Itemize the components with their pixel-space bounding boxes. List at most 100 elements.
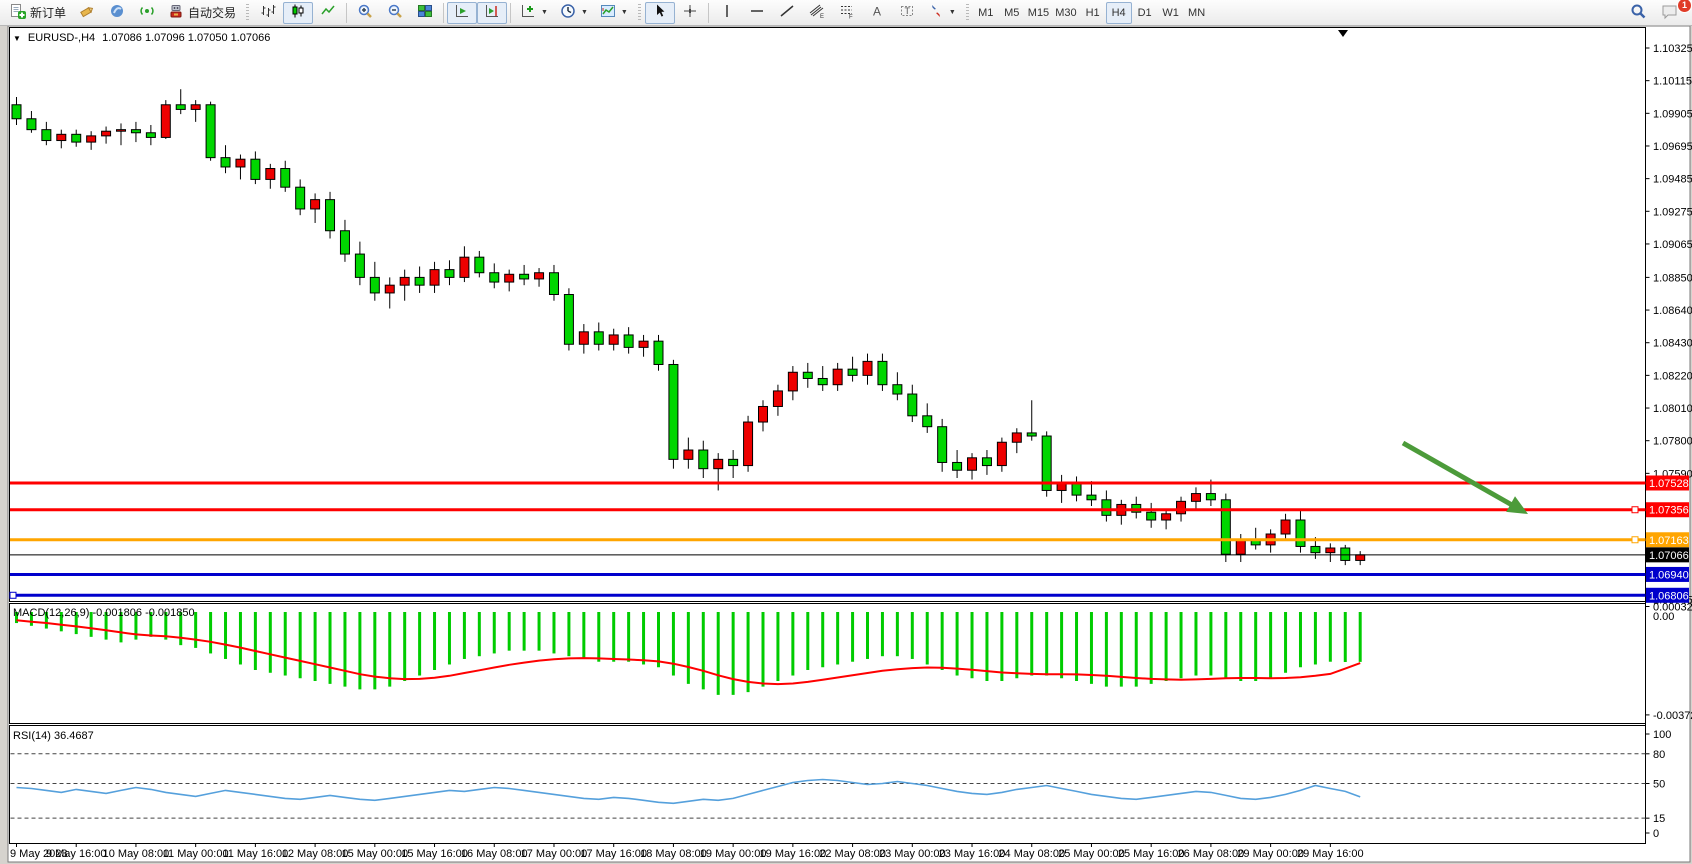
candle [818, 378, 827, 384]
price-tag-label: 1.07163 [1649, 535, 1689, 547]
periods-dropdown[interactable]: ▼ [554, 2, 594, 24]
zoom-out-button[interactable] [380, 2, 410, 24]
indicators-dropdown[interactable]: ▼ [514, 2, 554, 24]
price-tick-label: 1.10115 [1653, 76, 1692, 88]
signals-button[interactable] [132, 2, 162, 24]
chart-ohlc-values: 1.07086 1.07096 1.07050 1.07066 [102, 32, 270, 44]
styler-button[interactable] [72, 2, 102, 24]
price-tick-label: 1.08220 [1653, 370, 1692, 382]
cursor-icon [652, 3, 668, 22]
line-handle[interactable] [1632, 507, 1638, 513]
svg-text:F: F [849, 15, 853, 20]
candle [236, 159, 245, 167]
timeframe-D1[interactable]: D1 [1132, 2, 1158, 24]
timeframe-M30[interactable]: M30 [1052, 2, 1079, 24]
candle [953, 462, 962, 470]
candle [968, 458, 977, 470]
line-handle[interactable] [1632, 537, 1638, 543]
candle [624, 335, 633, 347]
candle [191, 105, 200, 110]
rsi-indicator-label: RSI(14) 36.4687 [13, 730, 94, 742]
arrows-dropdown[interactable]: ▼ [922, 2, 962, 24]
rsi-plot-area[interactable] [10, 726, 1646, 844]
chart-canvas[interactable]: 1.103251.101151.099051.096951.094851.092… [0, 26, 1692, 864]
rsi-tick-label: 80 [1653, 749, 1665, 761]
timeframe-W1[interactable]: W1 [1158, 2, 1184, 24]
line-handle[interactable] [10, 592, 16, 598]
templates-dropdown[interactable]: ▼ [594, 2, 634, 24]
time-axis-label: 9 May 16:00 [46, 848, 107, 860]
price-tick-label: 1.08640 [1653, 305, 1692, 317]
toolbar-separator [346, 3, 347, 23]
chevron-down-icon: ▼ [621, 9, 628, 16]
time-axis-label: 26 May 08:00 [1178, 848, 1245, 860]
candle [669, 364, 678, 459]
candle [87, 136, 96, 142]
autotrading-label: 自动交易 [188, 4, 236, 21]
bar-chart-button[interactable] [253, 2, 283, 24]
candle [117, 130, 126, 132]
candle [549, 273, 558, 295]
time-axis-label: 10 May 08:00 [103, 848, 170, 860]
vertical-line-icon [719, 3, 735, 22]
candle [42, 130, 51, 141]
candle [1012, 433, 1021, 442]
candlestick-chart-button[interactable] [283, 2, 313, 24]
candle [788, 372, 797, 391]
timeframe-M15[interactable]: M15 [1025, 2, 1052, 24]
chart-symbol-period: EURUSD-,H4 [28, 32, 95, 44]
candle [1326, 548, 1335, 553]
notification-badge[interactable]: 1 [1677, 0, 1692, 13]
candle [206, 105, 215, 158]
channel-icon: E [809, 3, 825, 22]
search-button[interactable] [1623, 2, 1654, 24]
candle [266, 169, 275, 180]
candle [430, 270, 439, 286]
styler-pencil-icon [79, 3, 95, 22]
timeframe-M1[interactable]: M1 [973, 2, 999, 24]
auto-scroll-button[interactable] [447, 2, 477, 24]
new-order-button[interactable]: 新订单 [4, 2, 72, 24]
crosshair-button[interactable] [675, 2, 705, 24]
timeframe-MN[interactable]: MN [1184, 2, 1210, 24]
time-axis-label: 19 May 00:00 [700, 848, 767, 860]
indicators-icon [520, 3, 536, 22]
trendline-button[interactable] [772, 2, 802, 24]
candle [639, 341, 648, 347]
channel-button[interactable]: E [802, 2, 832, 24]
tile-windows-icon [417, 3, 433, 22]
zoom-in-button[interactable] [350, 2, 380, 24]
candle [445, 270, 454, 278]
metaeditor-button[interactable] [102, 2, 132, 24]
time-axis-label: 24 May 08:00 [998, 848, 1065, 860]
fibonacci-button[interactable]: F [832, 2, 862, 24]
text-label-button[interactable]: T [892, 2, 922, 24]
candle [490, 273, 499, 282]
candle [1177, 501, 1186, 513]
timeframe-M5[interactable]: M5 [999, 2, 1025, 24]
toolbar-separator [708, 3, 709, 23]
time-axis-label: 18 May 08:00 [640, 848, 707, 860]
time-axis-label: 29 May 16:00 [1297, 848, 1364, 860]
candle [176, 105, 185, 110]
line-chart-button[interactable] [313, 2, 343, 24]
main-plot-area[interactable] [10, 28, 1646, 602]
tile-windows-button[interactable] [410, 2, 440, 24]
candle [564, 295, 573, 345]
candle [938, 427, 947, 463]
autotrading-button[interactable]: 自动交易 [162, 2, 242, 24]
candle [579, 332, 588, 344]
timeframe-H1[interactable]: H1 [1080, 2, 1106, 24]
text-button[interactable]: A [862, 2, 892, 24]
candle [863, 361, 872, 375]
horizontal-line-icon [749, 3, 765, 22]
cursor-button[interactable] [645, 2, 675, 24]
time-axis-label: 19 May 16:00 [760, 848, 827, 860]
symbol-dropdown-icon[interactable]: ▼ [13, 34, 21, 43]
timeframe-H4[interactable]: H4 [1106, 2, 1132, 24]
chart-shift-button[interactable] [477, 2, 507, 24]
horizontal-line-button[interactable] [742, 2, 772, 24]
rsi-tick-label: 15 [1653, 813, 1665, 825]
candle [535, 273, 544, 279]
vertical-line-button[interactable] [712, 2, 742, 24]
